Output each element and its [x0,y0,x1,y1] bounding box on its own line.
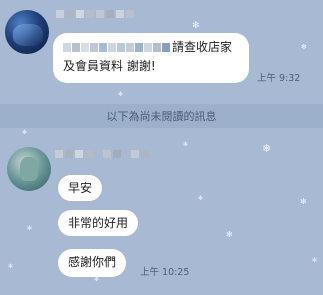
snowflake-icon: ✻ [118,91,124,98]
message-text-line1: 請查收店家 [172,40,233,54]
sender-avatar[interactable] [7,147,51,191]
snowflake-icon: ✻ [8,263,14,270]
snowflake-icon: ✻ [312,257,318,264]
sender-name-redacted [56,10,134,18]
snowflake-icon: ✻ [22,129,28,136]
snowflake-icon: ✻ [226,230,233,239]
snowflake-icon: ✻ [301,43,307,51]
snowflake-icon: ✻ [192,21,200,31]
message-timestamp: 上午 9:32 [257,73,301,84]
message-bubble[interactable]: 感謝你們 [58,249,127,277]
message-bubble[interactable]: 早安 [58,175,103,201]
snowflake-icon: ✻ [183,141,189,148]
unread-divider-label: 以下為尚未閱讀的訊息 [106,110,217,123]
sender-avatar[interactable] [5,10,49,54]
message-text: 非常的好用 [68,216,129,230]
snowflake-icon: ✻ [94,276,100,283]
snowflake-icon: ✻ [300,197,307,206]
message-bubble[interactable]: 請查收店家 及會員資料 謝謝! [53,33,249,83]
snowflake-icon: ✻ [27,225,33,232]
message-text: 早安 [68,181,93,195]
message-timestamp: 上午 10:25 [140,267,190,278]
unread-divider: 以下為尚未閱讀的訊息 [0,104,323,128]
snowflake-icon: ✻ [198,195,204,202]
message-bubble[interactable]: 非常的好用 [58,210,139,236]
sender-name-redacted [55,150,149,158]
snowflake-icon: ❄ [262,142,272,155]
message-text-line2: 及會員資料 謝謝! [63,59,156,73]
redacted-text [63,43,170,52]
message-text: 感謝你們 [68,255,117,269]
